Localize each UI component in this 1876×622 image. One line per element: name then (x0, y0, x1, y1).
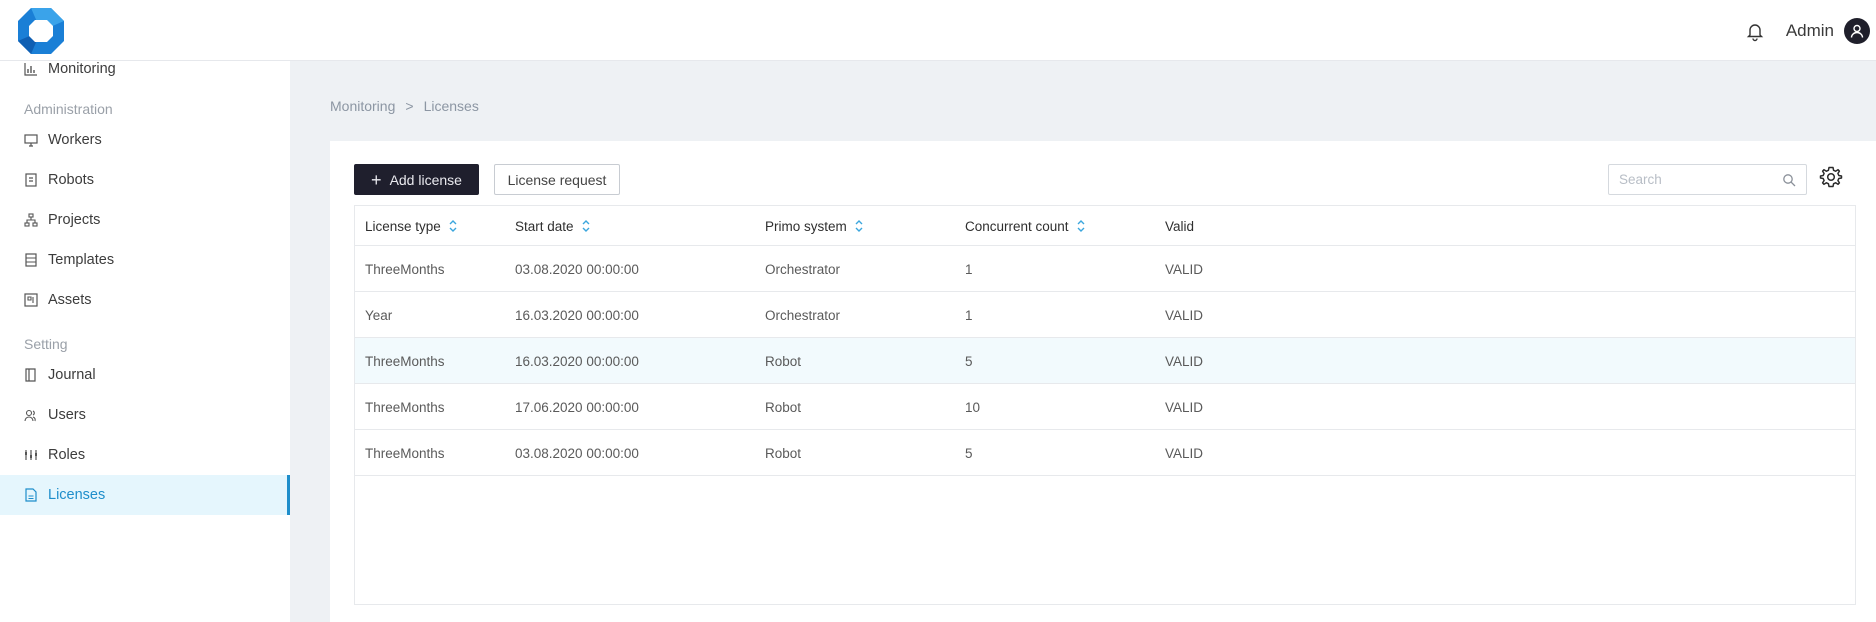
column-header-start-date[interactable]: Start date (515, 206, 591, 246)
sidebar-item-label: Journal (48, 367, 96, 383)
sort-icon[interactable] (854, 219, 864, 233)
breadcrumb-current: Licenses (423, 98, 479, 114)
cell-primo-system: Robot (765, 353, 802, 369)
sidebar-section-administration: Administration (24, 101, 113, 117)
table-row[interactable]: ThreeMonths 03.08.2020 00:00:00 Robot 5 … (355, 430, 1855, 476)
sidebar-item-robots[interactable]: Robots (0, 160, 290, 200)
cell-start-date: 17.06.2020 00:00:00 (515, 399, 639, 415)
cell-start-date: 16.03.2020 00:00:00 (515, 353, 639, 369)
column-header-license-type[interactable]: License type (365, 206, 458, 246)
cell-license-type: ThreeMonths (365, 353, 445, 369)
sidebar-item-templates[interactable]: Templates (0, 240, 290, 280)
gear-icon[interactable] (1819, 165, 1843, 189)
book-icon (24, 368, 38, 382)
sidebar: Monitoring Administration Workers Robots… (0, 61, 290, 622)
cell-start-date: 03.08.2020 00:00:00 (515, 261, 639, 277)
plus-icon: + (371, 169, 382, 190)
user-avatar-icon[interactable] (1844, 18, 1870, 44)
sidebar-section-setting: Setting (24, 336, 68, 352)
sidebar-item-licenses[interactable]: Licenses (0, 475, 290, 515)
column-header-label: Valid (1165, 218, 1195, 234)
add-license-label: Add license (389, 171, 462, 188)
column-header-label: License type (365, 218, 441, 234)
assets-icon (24, 293, 38, 307)
person-icon (1850, 24, 1864, 38)
cell-primo-system: Orchestrator (765, 261, 841, 277)
cell-primo-system: Robot (765, 445, 802, 461)
column-header-label: Start date (515, 218, 574, 234)
breadcrumb: Monitoring > Licenses (330, 98, 479, 114)
column-header-label: Concurrent count (965, 218, 1069, 234)
table-header: License type Start date Primo system Con… (355, 206, 1855, 246)
column-header-concurrent-count[interactable]: Concurrent count (965, 206, 1086, 246)
cell-valid: VALID (1165, 261, 1204, 277)
sidebar-item-label: Robots (48, 172, 94, 188)
sidebar-item-roles[interactable]: Roles (0, 435, 290, 475)
cell-start-date: 03.08.2020 00:00:00 (515, 445, 639, 461)
column-header-primo-system[interactable]: Primo system (765, 206, 864, 246)
main-content: Monitoring > Licenses + Add license Lice… (290, 61, 1876, 622)
cell-license-type: ThreeMonths (365, 445, 445, 461)
cell-valid: VALID (1165, 445, 1204, 461)
cell-primo-system: Robot (765, 399, 802, 415)
table-row[interactable]: ThreeMonths 17.06.2020 00:00:00 Robot 10… (355, 384, 1855, 430)
bar-chart-icon (24, 62, 38, 76)
sidebar-item-projects[interactable]: Projects (0, 200, 290, 240)
table-row[interactable]: Year 16.03.2020 00:00:00 Orchestrator 1 … (355, 292, 1855, 338)
sidebar-item-label: Projects (48, 212, 101, 228)
sidebar-item-label: Users (48, 407, 86, 423)
search-icon[interactable] (1782, 173, 1796, 187)
cell-concurrent-count: 5 (965, 353, 973, 369)
cell-concurrent-count: 10 (965, 399, 981, 415)
robot-icon (24, 173, 38, 187)
sidebar-item-assets[interactable]: Assets (0, 280, 290, 320)
sidebar-item-label: Workers (48, 132, 102, 148)
cell-primo-system: Orchestrator (765, 307, 841, 323)
cell-valid: VALID (1165, 353, 1204, 369)
sidebar-item-label: Monitoring (48, 61, 116, 77)
column-header-label: Primo system (765, 218, 847, 234)
search-box[interactable] (1608, 164, 1807, 195)
cell-license-type: Year (365, 307, 393, 323)
hierarchy-icon (24, 213, 38, 227)
sidebar-item-users[interactable]: Users (0, 395, 290, 435)
table-row[interactable]: ThreeMonths 16.03.2020 00:00:00 Robot 5 … (355, 338, 1855, 384)
cell-concurrent-count: 1 (965, 307, 973, 323)
licenses-card: + Add license License request License ty… (330, 141, 1876, 622)
licenses-table: License type Start date Primo system Con… (354, 205, 1856, 605)
sidebar-item-journal[interactable]: Journal (0, 355, 290, 395)
cell-valid: VALID (1165, 307, 1204, 323)
document-icon (24, 488, 38, 502)
license-request-button[interactable]: License request (494, 164, 620, 195)
add-license-button[interactable]: + Add license (354, 164, 479, 195)
sidebar-item-label: Templates (48, 252, 115, 268)
cell-start-date: 16.03.2020 00:00:00 (515, 307, 639, 323)
cell-concurrent-count: 1 (965, 261, 973, 277)
search-input[interactable] (1619, 172, 1779, 187)
list-icon (24, 253, 38, 267)
sort-icon[interactable] (448, 219, 458, 233)
user-name[interactable]: Admin (1786, 21, 1834, 41)
sort-icon[interactable] (581, 219, 591, 233)
sidebar-item-label: Assets (48, 292, 92, 308)
column-header-valid: Valid (1165, 206, 1194, 246)
sort-icon[interactable] (1076, 219, 1086, 233)
cell-license-type: ThreeMonths (365, 399, 445, 415)
roles-icon (24, 448, 38, 462)
cell-valid: VALID (1165, 399, 1204, 415)
sidebar-item-workers[interactable]: Workers (0, 120, 290, 160)
sidebar-item-label: Licenses (48, 487, 106, 503)
monitor-icon (24, 133, 38, 147)
table-row[interactable]: ThreeMonths 03.08.2020 00:00:00 Orchestr… (355, 246, 1855, 292)
users-icon (24, 408, 38, 422)
sidebar-item-monitoring[interactable]: Monitoring (0, 49, 290, 89)
bell-icon[interactable] (1744, 20, 1766, 42)
breadcrumb-separator: > (405, 98, 414, 114)
cell-license-type: ThreeMonths (365, 261, 445, 277)
sidebar-item-label: Roles (48, 447, 86, 463)
breadcrumb-parent[interactable]: Monitoring (330, 98, 395, 114)
cell-concurrent-count: 5 (965, 445, 973, 461)
